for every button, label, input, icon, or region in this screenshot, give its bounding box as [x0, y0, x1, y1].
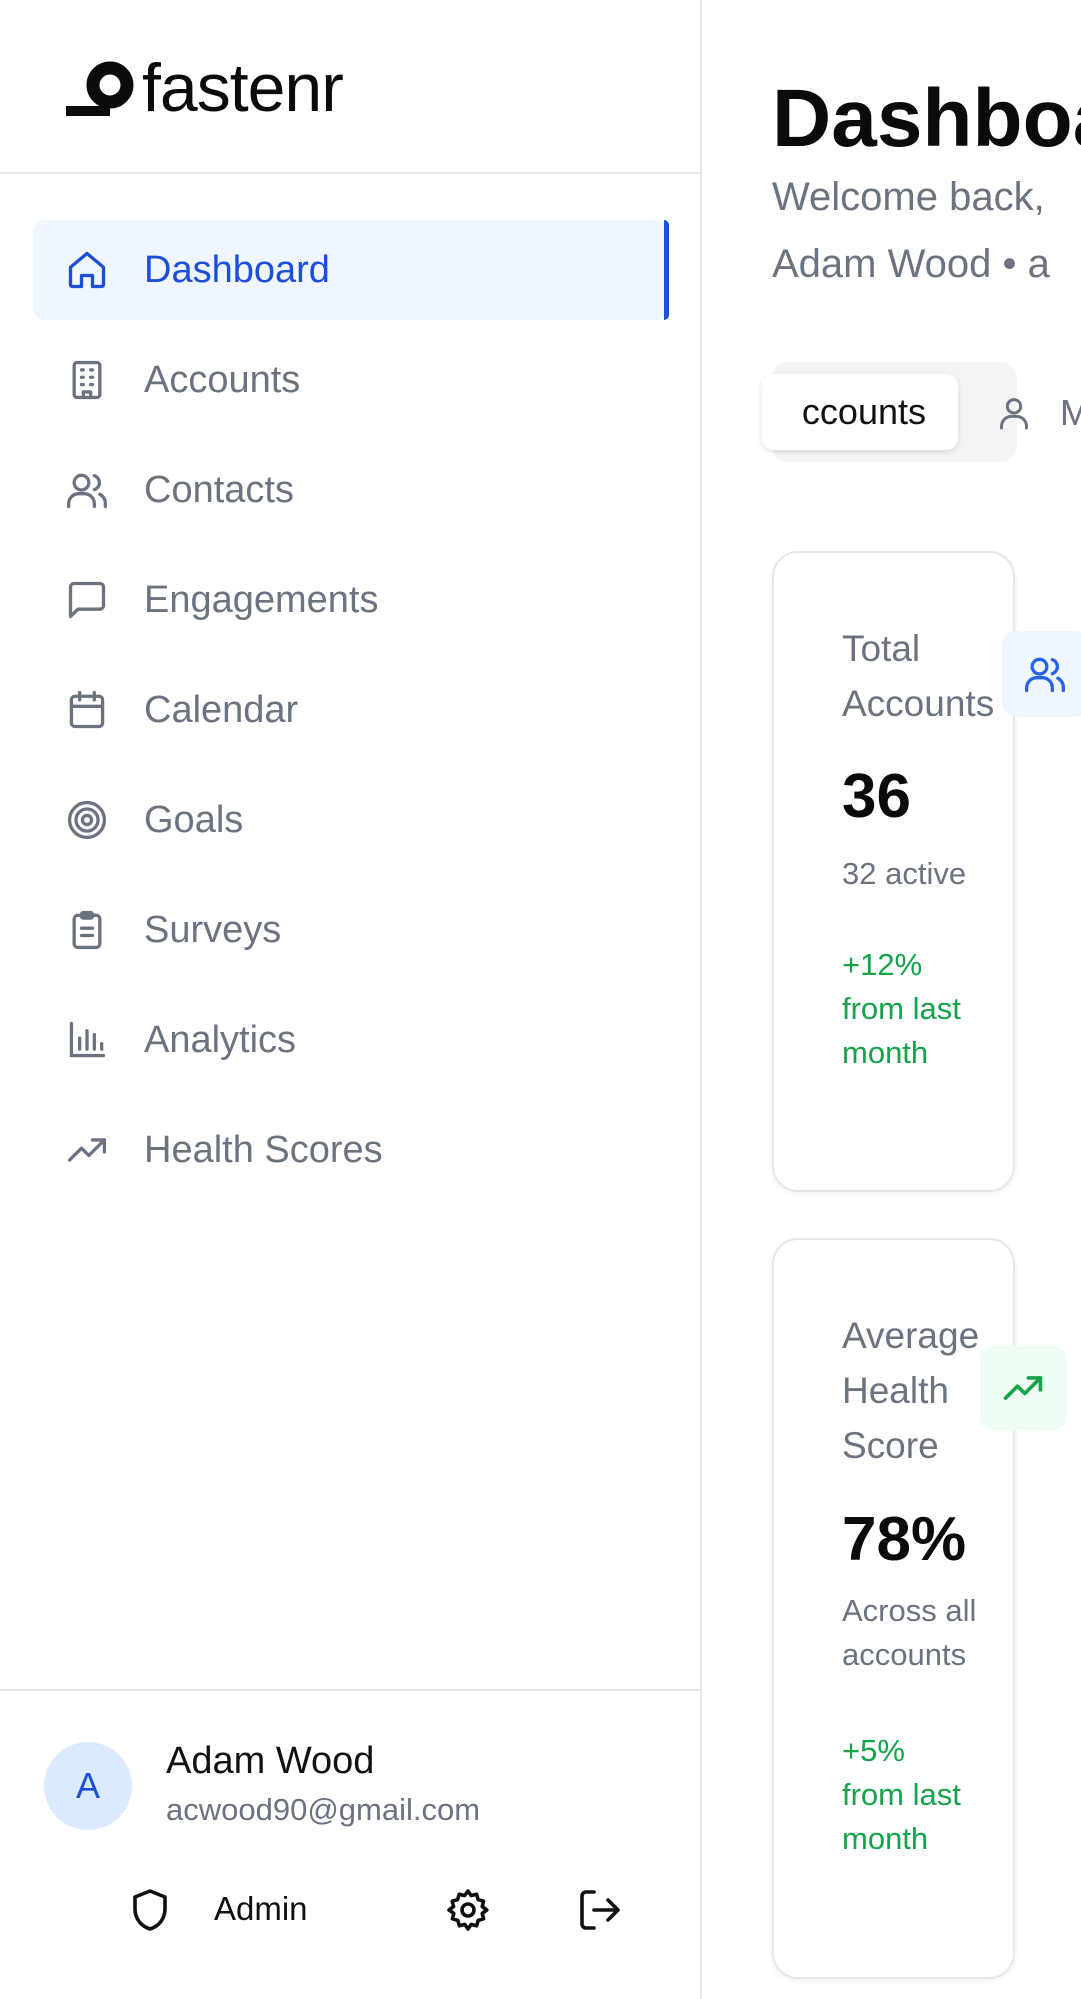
sidebar-item-label: Calendar — [144, 688, 299, 731]
card-value: 36 — [842, 762, 911, 831]
tab-label: ccounts — [801, 391, 926, 432]
building-icon — [65, 358, 109, 402]
trending-up-icon — [980, 1345, 1066, 1431]
sidebar-item-label: Engagements — [144, 578, 379, 621]
card-label: Total Accounts — [842, 628, 995, 724]
message-square-icon — [65, 578, 109, 622]
sidebar-item-analytics[interactable]: Analytics — [33, 990, 669, 1090]
card-subtext: Across all accounts — [842, 1593, 977, 1672]
sidebar-item-label: Health Scores — [144, 1128, 383, 1171]
sidebar-nav: Dashboard Accounts Contacts Engagements … — [33, 220, 669, 1210]
user-name: Adam Wood — [166, 1740, 375, 1782]
brand-logo[interactable]: fastenr — [66, 54, 344, 122]
sidebar-item-label: Goals — [144, 798, 244, 841]
tab-label: My Ac — [1060, 392, 1081, 433]
sidebar-item-calendar[interactable]: Calendar — [33, 660, 669, 760]
shield-icon — [133, 1889, 167, 1931]
users-icon — [65, 468, 109, 512]
logout-icon[interactable] — [576, 1886, 624, 1934]
user-icon — [1000, 398, 1028, 430]
sidebar-item-accounts[interactable]: Accounts — [33, 330, 669, 430]
sidebar-item-label: Contacts — [144, 468, 294, 511]
sidebar-item-label: Analytics — [144, 1018, 297, 1061]
sidebar-item-surveys[interactable]: Surveys — [33, 880, 669, 980]
tab-my-accounts[interactable]: My Ac — [994, 392, 1081, 434]
settings-gear-icon[interactable] — [444, 1886, 492, 1934]
card-trend: +12% from last month — [842, 947, 961, 1070]
avatar[interactable]: A — [44, 1742, 132, 1830]
sidebar-item-dashboard[interactable]: Dashboard — [33, 220, 669, 320]
stat-card-total-accounts: Total Accounts 36 32 active +12% from la… — [772, 551, 1015, 1192]
sidebar-item-health-scores[interactable]: Health Scores — [33, 1100, 669, 1200]
page-subtitle-meta: Adam Wood • a — [772, 242, 1050, 286]
target-icon — [65, 798, 109, 842]
page-subtitle: Welcome back, — [772, 175, 1045, 219]
card-trend: +5% from last month — [842, 1733, 961, 1856]
brand-name: fastenr — [142, 50, 344, 126]
sidebar-item-label: Accounts — [144, 358, 301, 401]
sidebar-item-label: Dashboard — [144, 248, 330, 291]
tab-all-accounts[interactable]: ccounts — [762, 374, 958, 450]
stat-card-average-health-score: Average Health Score 78% Across all acco… — [772, 1238, 1015, 1979]
bar-chart-icon — [65, 1018, 109, 1062]
card-subtext: 32 active — [842, 856, 967, 891]
sidebar-item-engagements[interactable]: Engagements — [33, 550, 669, 650]
divider — [0, 1689, 700, 1691]
calendar-icon — [65, 688, 109, 732]
home-icon — [65, 248, 109, 292]
card-value: 78% — [842, 1505, 967, 1574]
trending-up-icon — [65, 1128, 109, 1172]
user-email: acwood90@gmail.com — [166, 1792, 481, 1827]
sidebar-item-label: Surveys — [144, 908, 282, 951]
clipboard-icon — [65, 908, 109, 952]
sidebar-item-contacts[interactable]: Contacts — [33, 440, 669, 540]
main-content: Dashboa Welcome back, Adam Wood • a ccou… — [702, 0, 1081, 1999]
users-icon — [1002, 631, 1081, 717]
divider — [0, 172, 700, 174]
view-tabs: ccounts My Ac — [762, 362, 1081, 462]
fastenr-logo-icon — [66, 61, 134, 116]
page-title: Dashboa — [772, 73, 1081, 164]
sidebar: fastenr Dashboard Accounts Contacts Enga… — [0, 0, 702, 1999]
sidebar-footer-actions: Admin — [120, 1880, 640, 1940]
role-badge: Admin — [214, 1890, 308, 1927]
sidebar-item-goals[interactable]: Goals — [33, 770, 669, 870]
